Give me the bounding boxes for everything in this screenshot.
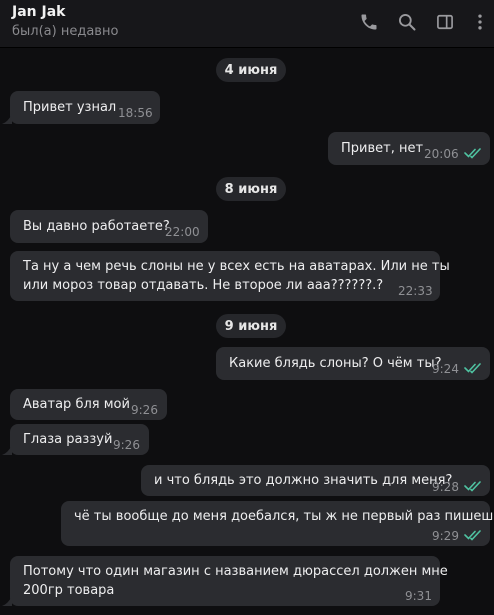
search-icon[interactable] xyxy=(394,9,420,35)
message-time: 22:00 xyxy=(165,225,200,239)
phone-icon[interactable] xyxy=(356,9,382,35)
message-text: Вы давно работаете? xyxy=(23,219,170,234)
read-receipt-icon xyxy=(464,481,481,492)
read-receipt-icon xyxy=(464,530,481,541)
bubble-tail xyxy=(2,114,12,124)
message-text-line1: Потому что один магазин с названием дюра… xyxy=(23,564,448,579)
contact-name[interactable]: Jan Jak xyxy=(12,4,65,20)
more-icon[interactable] xyxy=(470,9,490,35)
incoming-message[interactable]: Привет узнал 18:56 xyxy=(10,91,160,124)
message-text: чё ты вообще до меня доебался, ты ж не п… xyxy=(74,509,494,524)
message-text: Глаза раззуй xyxy=(23,432,113,447)
outgoing-message[interactable]: и что блядь это должно значить для меня?… xyxy=(141,465,490,496)
message-time: 9:26 xyxy=(131,403,158,417)
message-time: 9:29 xyxy=(432,529,459,543)
date-separator: 4 июня xyxy=(216,58,286,82)
incoming-message[interactable]: Вы давно работаете? 22:00 xyxy=(10,210,208,243)
incoming-message[interactable]: Та ну а чем речь слоны не у всех есть на… xyxy=(10,251,450,301)
sidebar-toggle-icon[interactable] xyxy=(432,9,458,35)
message-text-line2: или мороз товар отдавать. Не второе ли а… xyxy=(23,278,384,293)
outgoing-message[interactable]: Какие блядь слоны? О чём ты? 9:24 xyxy=(216,347,490,380)
message-time: 9:28 xyxy=(432,480,459,494)
message-time: 22:33 xyxy=(398,284,433,298)
message-time: 18:56 xyxy=(118,106,153,120)
message-text: и что блядь это должно значить для меня? xyxy=(154,473,453,488)
message-text: Аватар бля мой xyxy=(23,397,130,412)
outgoing-message[interactable]: чё ты вообще до меня доебался, ты ж не п… xyxy=(61,501,494,546)
message-text: Привет, нет xyxy=(341,141,424,156)
message-text-line2: 200гр товара xyxy=(23,583,115,598)
message-time: 20:06 xyxy=(424,147,459,161)
message-text: Какие блядь слоны? О чём ты? xyxy=(229,356,442,371)
message-time: 9:26 xyxy=(113,438,140,452)
message-text-line1: Та ну а чем речь слоны не у всех есть на… xyxy=(23,259,450,274)
contact-status: был(а) недавно xyxy=(12,24,119,39)
incoming-message[interactable]: Глаза раззуй 9:26 xyxy=(10,424,149,455)
message-text: Привет узнал xyxy=(23,100,117,115)
read-receipt-icon xyxy=(464,363,481,374)
read-receipt-icon xyxy=(464,148,481,159)
date-separator: 8 июня xyxy=(216,177,286,201)
bubble-tail xyxy=(2,596,12,606)
date-separator: 9 июня xyxy=(216,314,286,338)
incoming-message[interactable]: Потому что один магазин с названием дюра… xyxy=(10,556,448,606)
message-time: 9:31 xyxy=(405,589,432,603)
outgoing-message[interactable]: Привет, нет 20:06 xyxy=(328,132,490,165)
incoming-message[interactable]: Аватар бля мой 9:26 xyxy=(10,389,167,420)
chat-header: Jan Jak был(а) недавно xyxy=(0,0,494,48)
message-time: 9:24 xyxy=(432,362,459,376)
bubble-tail xyxy=(2,445,12,455)
